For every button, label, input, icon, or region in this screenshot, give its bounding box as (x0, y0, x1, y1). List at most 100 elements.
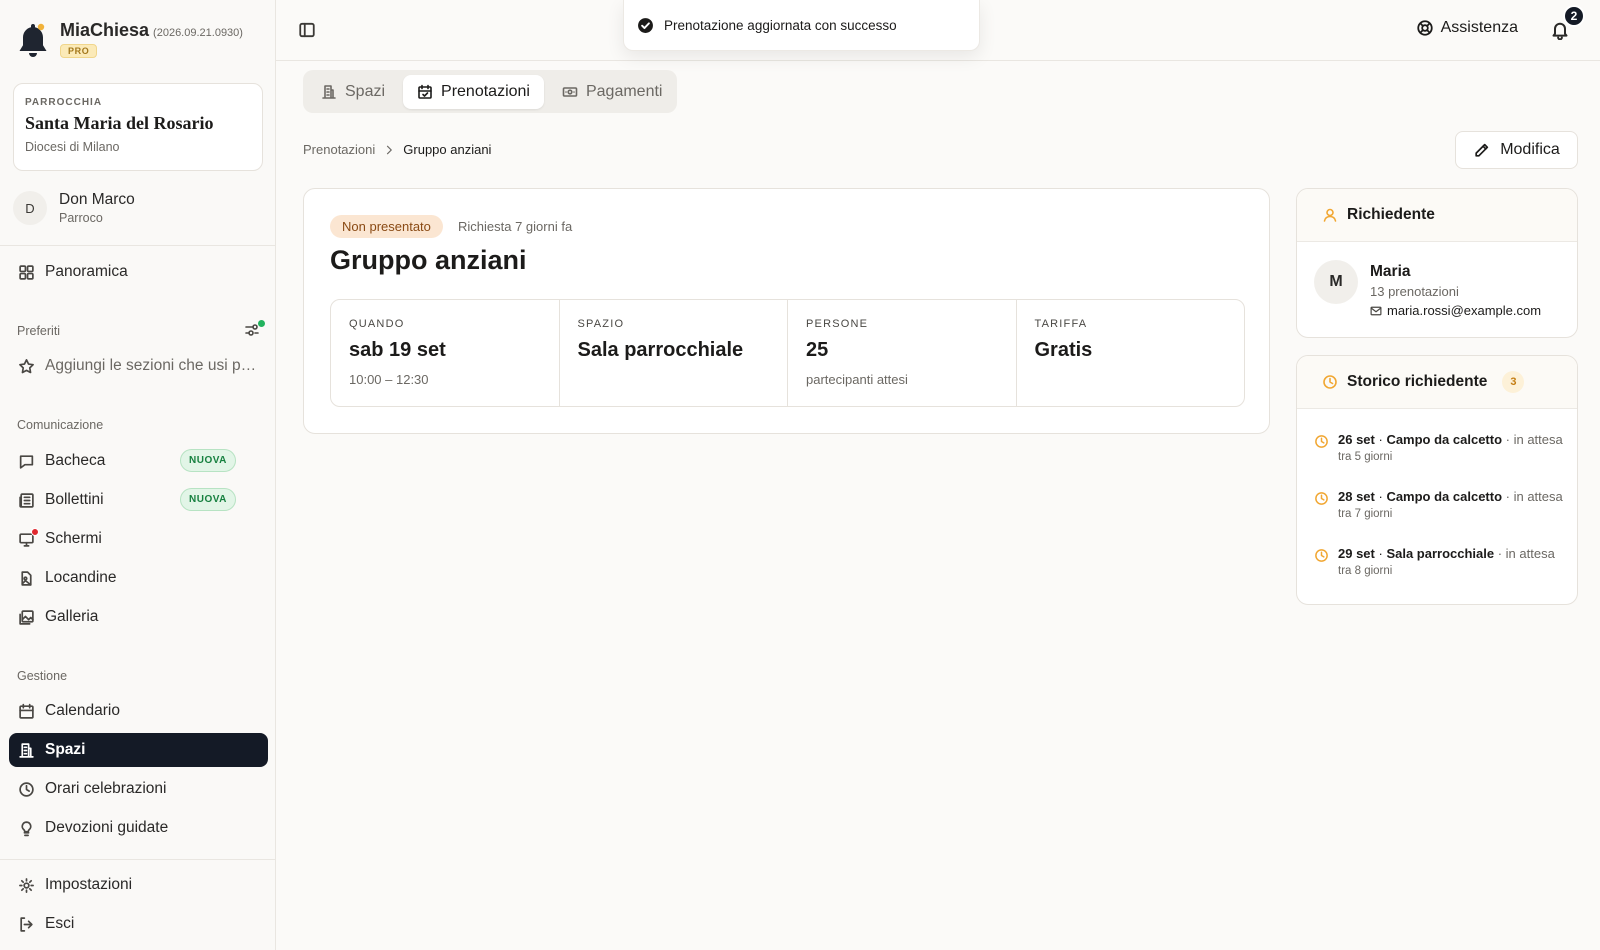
avatar: D (13, 191, 47, 225)
user-name: Don Marco (59, 191, 135, 208)
sidebar-item-label: Panoramica (45, 263, 128, 280)
alert-dot (31, 527, 39, 536)
sidebar-item-esci[interactable]: Esci (9, 907, 268, 941)
tab-pagamenti[interactable]: Pagamenti (548, 75, 677, 109)
stat-key: TARIFFA (1034, 318, 1088, 330)
history-date: 29 set (1338, 546, 1375, 561)
app-name: MiaChiesa (60, 20, 150, 40)
sidebar-item-galleria[interactable]: Galleria (9, 600, 268, 634)
email-text: maria.rossi@example.com (1387, 303, 1542, 318)
panel-header: Storico richiedente 3 (1297, 356, 1577, 409)
sidebar-item-bollettini[interactable]: Bollettini NUOVA (9, 483, 268, 517)
life-buoy-icon (1416, 20, 1433, 36)
sidebar-item-label: Locandine (45, 569, 117, 586)
toggle-sidebar-button[interactable] (298, 21, 316, 39)
sidebar-item-overview[interactable]: Panoramica (9, 255, 268, 289)
stat-value: Gratis (1034, 339, 1093, 361)
new-indicator-dot (258, 320, 265, 327)
stat-key: PERSONE (806, 318, 869, 330)
building-icon (19, 742, 34, 758)
clock-icon (1315, 549, 1328, 562)
list-item[interactable]: 28 set · Campo da calcetto · in attesa t… (1314, 489, 1564, 520)
stat-space: SPAZIO Sala parrocchiale (560, 300, 788, 406)
help-button[interactable]: Assistenza (1416, 19, 1518, 37)
sidebar: MiaChiesa (2026.09.21.0930) PRO PARROCCHI… (0, 0, 276, 950)
history-summary: 29 set · Sala parrocchiale · in attesa (1338, 546, 1555, 561)
sidebar-item-orari[interactable]: Orari celebrazioni (9, 772, 268, 806)
brand[interactable]: MiaChiesa (2026.09.21.0930) PRO (16, 20, 243, 60)
requester-email[interactable]: maria.rossi@example.com (1370, 303, 1541, 318)
history-status: in attesa (1513, 432, 1563, 447)
history-summary: 26 set · Campo da calcetto · in attesa (1338, 432, 1563, 447)
tab-label: Spazi (345, 82, 386, 100)
message-square-icon (19, 454, 34, 469)
history-space: Sala parrocchiale (1386, 546, 1495, 561)
booking-title: Gruppo anziani (330, 245, 527, 275)
history-when: tra 7 giorni (1338, 508, 1393, 520)
clock-icon (1315, 435, 1328, 448)
tab-prenotazioni[interactable]: Prenotazioni (403, 74, 544, 109)
list-item[interactable]: 26 set · Campo da calcetto · in attesa t… (1314, 432, 1564, 463)
user-profile[interactable]: D Don Marco Parroco (13, 191, 135, 225)
app-version: (2026.09.21.0930) (153, 27, 243, 39)
list-item[interactable]: 29 set · Sala parrocchiale · in attesa t… (1314, 546, 1564, 577)
sidebar-item-bacheca[interactable]: Bacheca NUOVA (9, 444, 268, 478)
customize-favorites-button[interactable] (244, 320, 265, 340)
breadcrumb: Prenotazioni Gruppo anziani (303, 142, 491, 157)
chevron-right-icon (387, 145, 393, 154)
calendar-icon (19, 703, 34, 719)
success-toast[interactable]: Prenotazione aggiornata con successo (623, 0, 980, 51)
panel-title: Storico richiedente (1347, 373, 1488, 390)
sidebar-item-add-favorites[interactable]: Aggiungi le sezioni che usi più spesso (9, 349, 259, 383)
sidebar-item-spazi[interactable]: Spazi (9, 733, 268, 767)
section-title-management: Gestione (17, 669, 68, 683)
history-date: 26 set (1338, 432, 1375, 447)
sidebar-item-label: Galleria (45, 608, 99, 625)
parish-card[interactable]: PARROCCHIA Santa Maria del Rosario Dioce… (13, 83, 263, 171)
logout-icon (20, 916, 33, 932)
gear-icon (19, 877, 34, 893)
section-title-favorites: Preferiti (17, 324, 61, 338)
stat-when: QUANDO sab 19 set 10:00 – 12:30 (331, 300, 560, 406)
newspaper-icon (19, 492, 34, 508)
clock-icon (1315, 492, 1328, 505)
edit-button[interactable]: Modifica (1455, 131, 1578, 169)
sidebar-item-locandine[interactable]: Locandine (9, 561, 268, 595)
sidebar-item-schermi[interactable]: Schermi (9, 522, 268, 556)
notification-count-badge: 2 (1563, 5, 1585, 27)
requester-info: M Maria 13 prenotazioni maria.rossi@exam… (1297, 242, 1577, 337)
requester-name[interactable]: Maria (1370, 263, 1411, 281)
calendar-check-icon (418, 84, 432, 99)
sidebar-item-impostazioni[interactable]: Impostazioni (9, 868, 268, 902)
tab-spazi[interactable]: Spazi (307, 75, 399, 109)
user-icon (1323, 208, 1337, 222)
panel-header: Richiedente (1297, 189, 1577, 242)
history-when: tra 5 giorni (1338, 451, 1393, 463)
tab-label: Prenotazioni (441, 82, 530, 100)
history-status: in attesa (1513, 489, 1563, 504)
breadcrumb-parent-link[interactable]: Prenotazioni (303, 142, 375, 157)
mail-icon (1370, 306, 1382, 315)
sidebar-item-label: Orari celebrazioni (45, 780, 167, 797)
star-icon (19, 358, 34, 373)
stat-people: PERSONE 25 partecipanti attesi (788, 300, 1017, 406)
stat-value: Sala parrocchiale (577, 339, 744, 361)
grid-icon (19, 264, 34, 280)
history-status: in attesa (1505, 546, 1555, 561)
sidebar-item-label: Schermi (45, 530, 102, 547)
sidebar-item-devozioni[interactable]: Devozioni guidate (9, 811, 268, 845)
section-tabs: Spazi Prenotazioni Pagamenti (303, 70, 677, 113)
toast-message: Prenotazione aggiornata con successo (664, 17, 897, 33)
clock-icon (1323, 375, 1337, 389)
lightbulb-icon (21, 820, 32, 836)
sidebar-item-calendario[interactable]: Calendario (9, 694, 268, 728)
sidebar-toggle-icon (299, 22, 315, 38)
images-icon (19, 609, 34, 625)
sidebar-item-label: Calendario (45, 702, 120, 719)
help-label: Assistenza (1440, 19, 1518, 36)
section-title-communication: Comunicazione (17, 418, 104, 432)
requested-time: Richiesta 7 giorni fa (458, 219, 573, 234)
sidebar-item-label: Impostazioni (45, 876, 133, 893)
history-date: 28 set (1338, 489, 1375, 504)
sidebar-item-label: Esci (45, 915, 75, 932)
